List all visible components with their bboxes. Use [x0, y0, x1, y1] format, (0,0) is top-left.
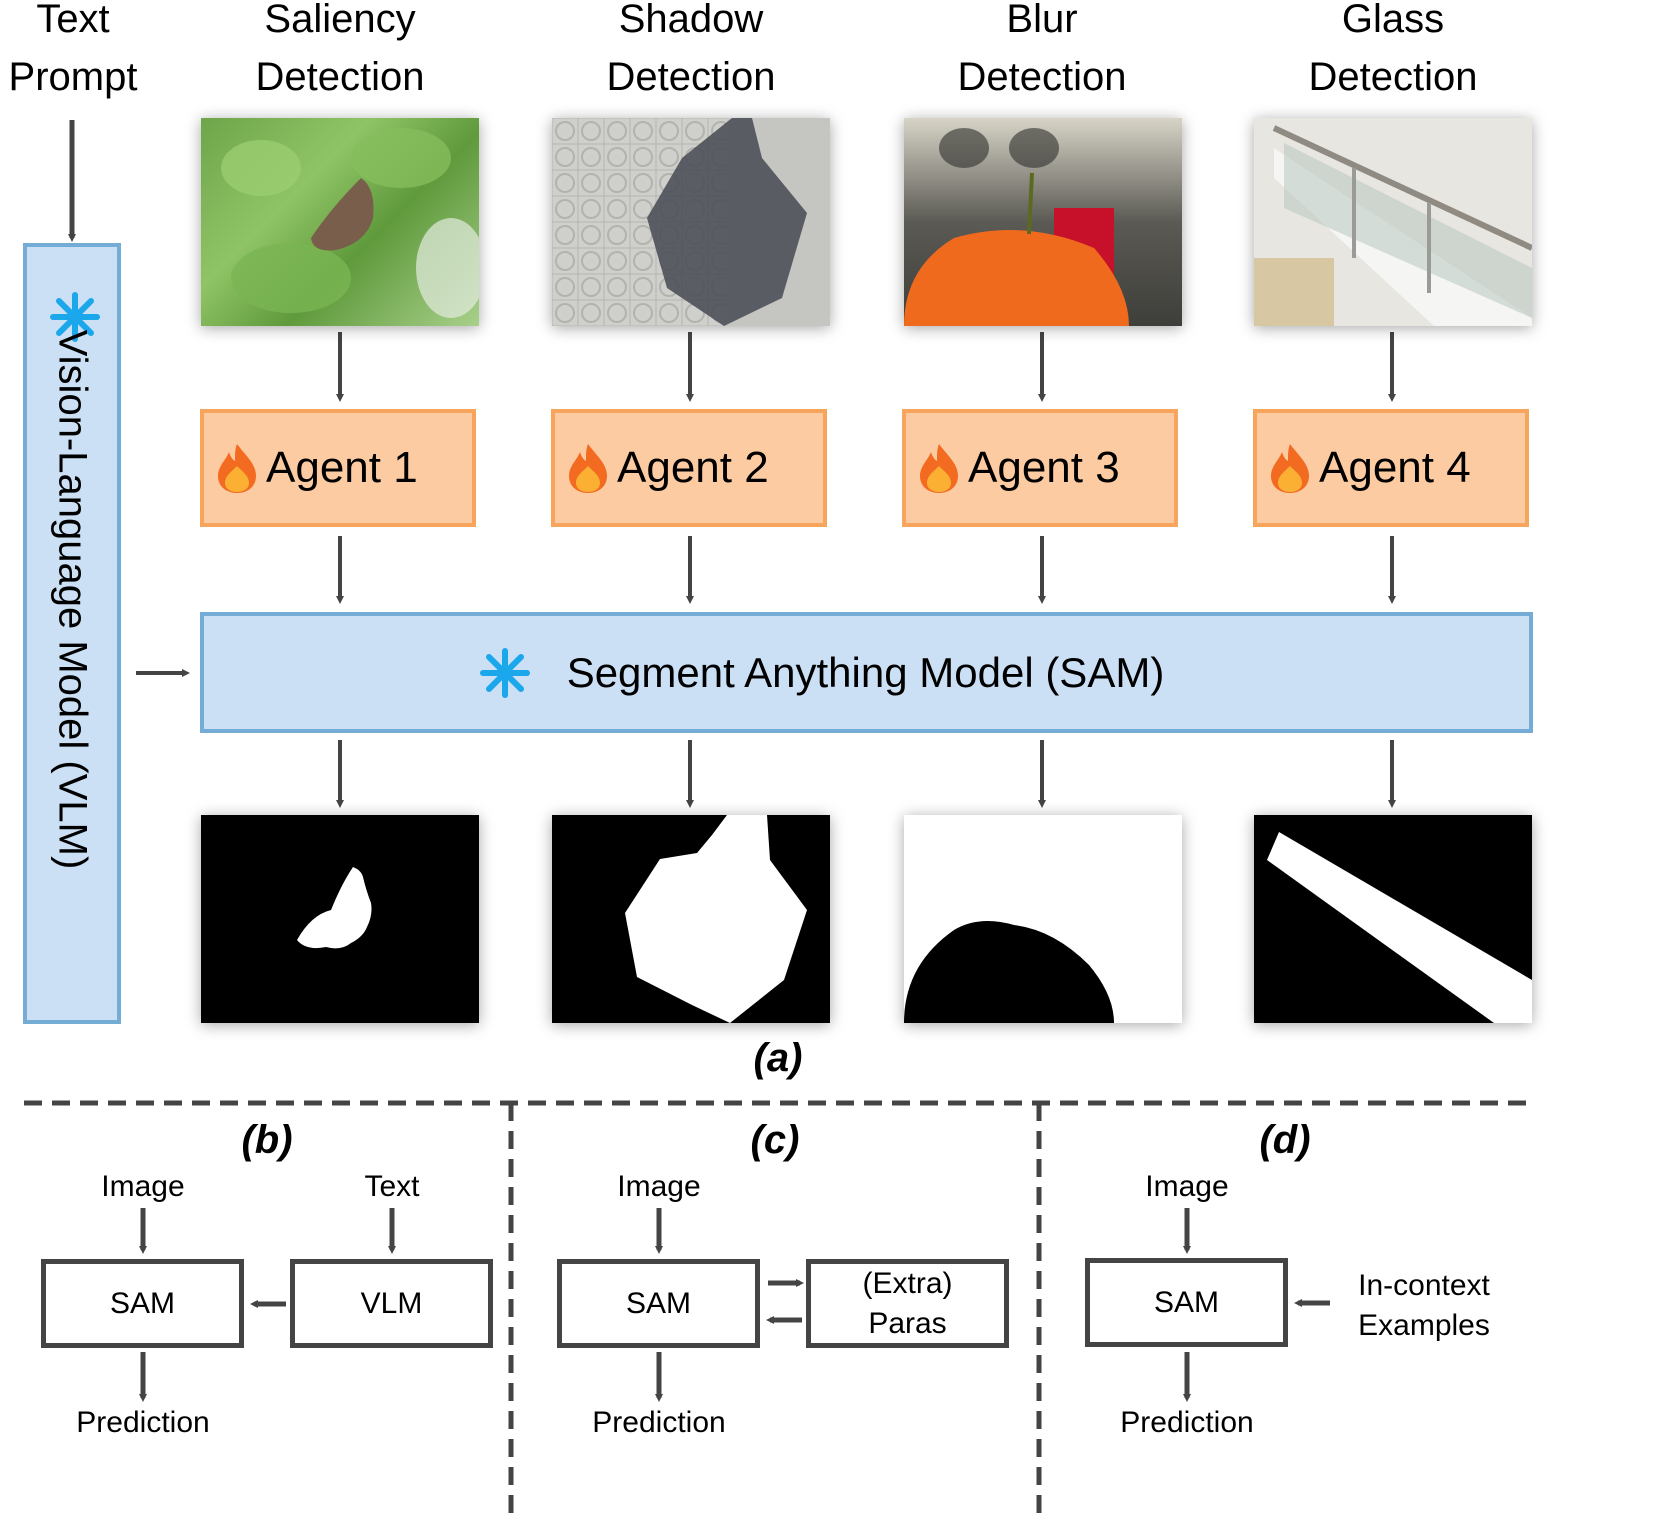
panel-b-sam-box: SAM [41, 1259, 244, 1348]
panel-b-prediction-label: Prediction [76, 1406, 210, 1439]
caption-c: (c) [750, 1118, 800, 1162]
caption-a: (a) [753, 1036, 803, 1080]
mask-shadow [552, 815, 830, 1023]
photo-saliency-butterfly [201, 118, 479, 326]
panel-b-text-label: Text [364, 1170, 420, 1203]
sam-label: Segment Anything Model (SAM) [566, 648, 1165, 696]
snowflake-icon [479, 647, 530, 698]
staircase-image [1254, 125, 1532, 326]
box-label: SAM [109, 1286, 175, 1320]
panel-c-paras-box: (Extra) Paras [806, 1259, 1009, 1348]
photo-blur-orange [904, 118, 1182, 326]
agent-3-box: Agent 3 [902, 409, 1178, 527]
butterfly-image [221, 128, 479, 318]
vlm-label: Vision-Language Model (VLM) [50, 329, 95, 870]
shadow-image [552, 118, 830, 326]
flame-icon [1271, 444, 1309, 493]
agent-1-box: Agent 1 [200, 409, 476, 527]
examples-line2: Examples [1358, 1309, 1490, 1342]
panel-c-image-label: Image [617, 1170, 701, 1203]
orange-image [904, 128, 1129, 326]
examples-line1: In-context [1358, 1269, 1490, 1302]
glass-mask [1267, 832, 1532, 1023]
box-label: VLM [360, 1286, 423, 1320]
shadow-mask [625, 815, 807, 1023]
mask-blur [904, 815, 1182, 1023]
sam-box: Segment Anything Model (SAM) [200, 612, 1533, 733]
panel-c-sam-box: SAM [557, 1259, 760, 1348]
flame-icon [569, 444, 607, 493]
panel-b-image-label: Image [101, 1170, 185, 1203]
caption-d: (d) [1259, 1118, 1311, 1162]
panel-c-prediction-label: Prediction [592, 1406, 726, 1439]
box-label: SAM [625, 1286, 691, 1320]
box-label-line2: Paras [868, 1306, 947, 1340]
agent-label: Agent 1 [266, 443, 418, 492]
photo-shadow-tiles [552, 118, 830, 326]
agent-label: Agent 4 [1319, 443, 1471, 492]
blur-mask [904, 921, 1114, 1023]
agent-4-box: Agent 4 [1253, 409, 1529, 527]
mask-glass [1254, 815, 1532, 1023]
agent-label: Agent 2 [617, 443, 769, 492]
mask-saliency [201, 815, 479, 1023]
panel-d-examples-label: In-context Examples [1334, 1266, 1514, 1346]
agent-label: Agent 3 [968, 443, 1120, 492]
agent-2-box: Agent 2 [551, 409, 827, 527]
panel-d-sam-box: SAM [1085, 1258, 1288, 1347]
panel-d-prediction-label: Prediction [1120, 1406, 1254, 1439]
panel-d-image-label: Image [1145, 1170, 1229, 1203]
box-label-line1: (Extra) [862, 1266, 953, 1300]
panel-b-vlm-box: VLM [290, 1259, 493, 1348]
flame-icon [920, 444, 958, 493]
photo-glass-staircase [1254, 118, 1532, 326]
caption-b: (b) [241, 1118, 293, 1162]
flame-icon [218, 444, 256, 493]
box-label: SAM [1153, 1285, 1219, 1319]
vlm-box: Vision-Language Model (VLM) [23, 243, 121, 1024]
butterfly-mask [297, 867, 372, 949]
